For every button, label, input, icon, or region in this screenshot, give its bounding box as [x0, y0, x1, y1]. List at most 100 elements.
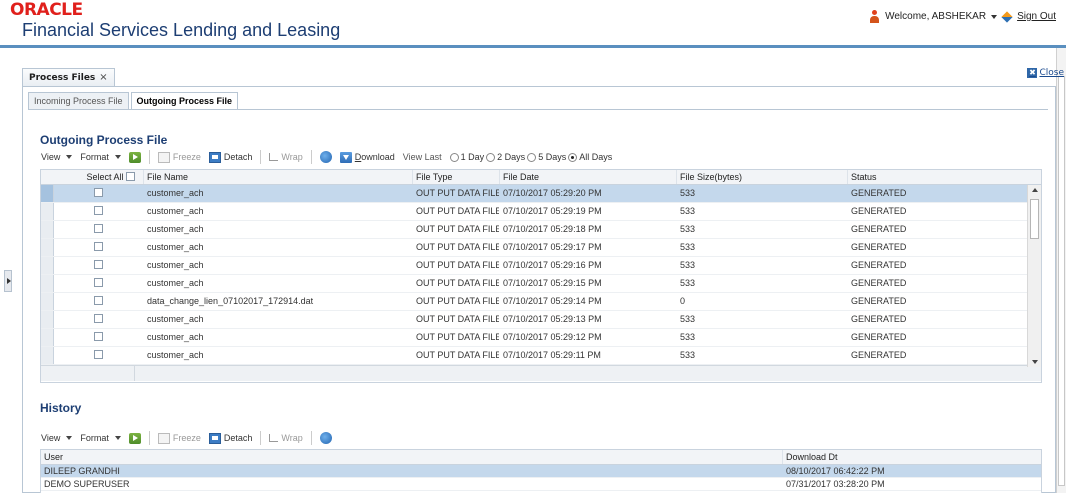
scroll-down-icon[interactable] [1032, 360, 1038, 364]
divider [28, 109, 1048, 110]
outgoing-toolbar: View Format Freeze Detach Wrap Download … [41, 148, 612, 166]
table-row[interactable]: DEMO SUPERUSER 07/31/2017 03:28:20 PM [41, 478, 1041, 491]
row-checkbox[interactable] [94, 224, 103, 233]
row-header[interactable] [41, 275, 54, 292]
table-row[interactable]: customer_ach OUT PUT DATA FILE 07/10/2017 … [41, 311, 1041, 329]
footer-segment [41, 366, 135, 381]
view-last-label: View Last [402, 152, 442, 162]
export-icon[interactable] [128, 432, 141, 444]
row-header[interactable] [41, 221, 54, 238]
row-checkbox[interactable] [94, 188, 103, 197]
detach-icon [208, 151, 221, 163]
row-header[interactable] [41, 239, 54, 256]
row-header[interactable] [41, 329, 54, 346]
cell-file-size: 533 [680, 242, 696, 252]
view-menu[interactable]: View [41, 433, 72, 443]
column-file-type[interactable]: File Type [413, 170, 500, 184]
column-download-dt[interactable]: Download Dt [783, 450, 1029, 464]
page-scrollbar-thumb[interactable] [1058, 76, 1065, 486]
radio-icon [486, 153, 496, 163]
radio-5-days[interactable]: 5 Days [527, 152, 566, 163]
row-checkbox-wrap [54, 347, 143, 364]
radio-1-day[interactable]: 1 Day [449, 152, 484, 163]
table-row[interactable]: data_change_lien_07102017_172914.dat OUT … [41, 293, 1041, 311]
row-header[interactable] [41, 293, 54, 310]
format-menu[interactable]: Format [80, 152, 121, 162]
close-button[interactable]: ✖ Close [1027, 68, 1064, 78]
view-menu[interactable]: View [41, 152, 72, 162]
row-checkbox[interactable] [94, 332, 103, 341]
export-icon[interactable] [128, 151, 141, 163]
separator [310, 150, 312, 164]
row-select-cell [41, 239, 144, 256]
tab-process-files[interactable]: Process Files × [22, 68, 115, 86]
cell-download-dt: 08/10/2017 06:42:22 PM [786, 466, 885, 476]
freeze-button[interactable]: Freeze [157, 151, 201, 163]
table-row[interactable]: customer_ach OUT PUT DATA FILE 07/10/2017 … [41, 347, 1041, 365]
refresh-icon[interactable] [319, 151, 332, 163]
row-checkbox[interactable] [94, 206, 103, 215]
tab-outgoing-process-file[interactable]: Outgoing Process File [130, 92, 239, 110]
table-row[interactable]: DILEEP GRANDHI 08/10/2017 06:42:22 PM [41, 465, 1041, 478]
row-checkbox[interactable] [94, 296, 103, 305]
close-label: Close [1039, 68, 1064, 78]
outgoing-files-table: Select All File Name File Type File Date… [40, 169, 1042, 383]
select-all-checkbox[interactable] [126, 172, 135, 181]
table-row[interactable]: customer_ach OUT PUT DATA FILE 07/10/2017 … [41, 221, 1041, 239]
cell-file-name: customer_ach [147, 332, 204, 342]
cell-file-date: 07/10/2017 05:29:20 PM [503, 188, 602, 198]
cell-file-size: 533 [680, 350, 696, 360]
table-scrollbar-thumb[interactable] [1030, 199, 1039, 239]
row-header[interactable] [41, 311, 54, 328]
row-checkbox[interactable] [94, 278, 103, 287]
separator [148, 431, 150, 445]
column-file-size[interactable]: File Size(bytes) [677, 170, 848, 184]
table-row[interactable]: customer_ach OUT PUT DATA FILE 07/10/2017 … [41, 203, 1041, 221]
welcome-menu[interactable]: Welcome, ABSHEKAR [885, 11, 986, 22]
row-header[interactable] [41, 203, 54, 220]
row-checkbox[interactable] [94, 242, 103, 251]
table-row[interactable]: customer_ach OUT PUT DATA FILE 07/10/2017 … [41, 275, 1041, 293]
column-file-name[interactable]: File Name [144, 170, 413, 184]
download-button[interactable]: Download [339, 151, 395, 163]
radio-icon [449, 153, 459, 163]
radio-2-days[interactable]: 2 Days [486, 152, 525, 163]
format-menu[interactable]: Format [80, 433, 121, 443]
table-row[interactable]: customer_ach OUT PUT DATA FILE 07/10/2017 … [41, 329, 1041, 347]
tab-label: Process Files [29, 72, 96, 83]
row-checkbox[interactable] [94, 260, 103, 269]
row-header[interactable] [41, 257, 54, 274]
wrap-button[interactable]: Wrap [269, 152, 303, 162]
detach-button[interactable]: Detach [208, 151, 252, 163]
chevron-down-icon[interactable] [991, 14, 998, 19]
table-row[interactable]: customer_ach OUT PUT DATA FILE 07/10/2017 … [41, 239, 1041, 257]
row-checkbox[interactable] [94, 314, 103, 323]
radio-all-days[interactable]: All Days [568, 152, 612, 163]
cell-file-type: OUT PUT DATA FILE [416, 188, 500, 198]
close-tab-icon[interactable]: × [99, 72, 107, 83]
freeze-icon [157, 151, 170, 163]
table-row[interactable]: customer_ach OUT PUT DATA FILE 07/10/2017 … [41, 185, 1041, 203]
row-header[interactable] [41, 347, 54, 364]
sign-out-link[interactable]: Sign Out [1017, 11, 1056, 22]
column-user[interactable]: User [41, 450, 783, 464]
row-header[interactable] [41, 185, 54, 202]
freeze-button[interactable]: Freeze [157, 432, 201, 444]
tab-incoming-process-file[interactable]: Incoming Process File [28, 92, 129, 109]
cell-file-type: OUT PUT DATA FILE [416, 332, 500, 342]
detach-button[interactable]: Detach [208, 432, 252, 444]
table-scrollbar[interactable] [1027, 185, 1041, 367]
expand-panel-handle[interactable] [4, 270, 12, 292]
column-status[interactable]: Status [848, 170, 1028, 184]
row-checkbox[interactable] [94, 350, 103, 359]
scroll-up-icon[interactable] [1032, 188, 1038, 192]
sign-out-icon [1001, 10, 1013, 23]
wrap-button[interactable]: Wrap [269, 433, 303, 443]
wrap-icon [269, 434, 279, 442]
refresh-icon[interactable] [319, 432, 332, 444]
cell-file-name: customer_ach [147, 242, 204, 252]
table-row[interactable]: customer_ach OUT PUT DATA FILE 07/10/2017 … [41, 257, 1041, 275]
page-scrollbar[interactable] [1056, 48, 1066, 493]
cell-file-name: customer_ach [147, 350, 204, 360]
column-file-date[interactable]: File Date [500, 170, 677, 184]
